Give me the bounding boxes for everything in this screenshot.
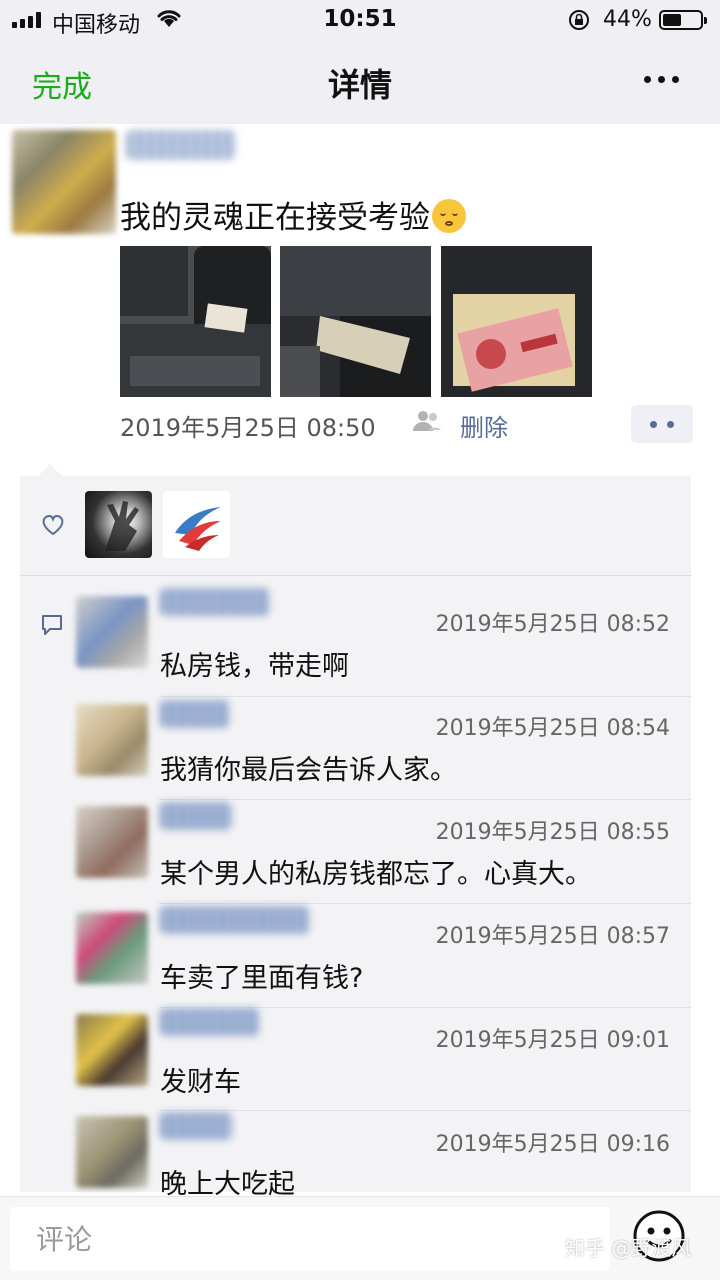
- watermark: 知乎 @野渡风: [565, 1236, 692, 1260]
- comment-icon: [42, 615, 62, 635]
- post-author-avatar[interactable]: [12, 130, 116, 234]
- commenter-name[interactable]: [160, 1008, 260, 1036]
- commenter-name[interactable]: [160, 906, 310, 934]
- envelope-under-seat-photo[interactable]: [280, 246, 431, 397]
- status-bar: 中国移动 10:51 44%: [0, 0, 720, 40]
- post-text-content: 我的灵魂正在接受考验: [120, 200, 430, 236]
- page-title: 详情: [327, 66, 392, 104]
- panel-caret: [38, 464, 62, 476]
- commenter-name[interactable]: [160, 802, 232, 830]
- comment-time: 2019年5月25日 09:16: [435, 1132, 670, 1157]
- commenter-avatar[interactable]: [76, 806, 148, 878]
- comment-text: 某个男人的私房钱都忘了。心真大。: [160, 859, 592, 890]
- face-emoji-icon: [432, 199, 466, 233]
- liker-avatar-hand[interactable]: [85, 491, 152, 558]
- commenter-avatar[interactable]: [76, 1014, 148, 1086]
- post-timestamp: 2019年5月25日 08:50: [120, 414, 376, 442]
- commenter-avatar[interactable]: [76, 704, 148, 776]
- commenter-avatar[interactable]: [76, 1116, 148, 1188]
- post-text: 我的灵魂正在接受考验: [120, 192, 466, 237]
- comment-time: 2019年5月25日 08:57: [435, 924, 670, 949]
- comment-divider: [160, 903, 691, 904]
- comment-divider: [160, 799, 691, 800]
- comment-text: 我猜你最后会告诉人家。: [160, 755, 457, 786]
- rotation-lock-icon: [569, 10, 589, 30]
- comment-text: 车卖了里面有钱?: [160, 963, 364, 994]
- comment-time: 2019年5月25日 09:01: [435, 1028, 670, 1053]
- comment-divider: [160, 696, 691, 697]
- liker-avatar-logo[interactable]: [163, 491, 230, 558]
- comment-action-icon[interactable]: [631, 405, 693, 443]
- panel-divider: [20, 575, 691, 576]
- commenter-avatar[interactable]: [76, 596, 148, 668]
- car-seat-photo[interactable]: [120, 246, 271, 397]
- comment-time: 2019年5月25日 08:52: [435, 612, 670, 637]
- comment-text: 私房钱，带走啊: [160, 651, 349, 682]
- delete-button[interactable]: 删除: [460, 408, 508, 443]
- battery-percent: 44%: [603, 7, 652, 32]
- commenter-name[interactable]: [160, 588, 270, 616]
- comment-divider: [160, 1110, 691, 1111]
- comment-time: 2019年5月25日 08:54: [435, 716, 670, 741]
- comment-input[interactable]: [10, 1207, 610, 1271]
- commenter-name[interactable]: [160, 1112, 232, 1140]
- heart-icon: [42, 514, 64, 536]
- commenter-name[interactable]: [160, 700, 230, 728]
- nav-bar: 完成 详情: [0, 40, 720, 124]
- cash-box-photo[interactable]: [441, 246, 592, 397]
- comment-text: 发财车: [160, 1067, 241, 1098]
- people-icon: [413, 411, 441, 431]
- post-author-name[interactable]: [126, 130, 236, 160]
- commenter-avatar[interactable]: [76, 912, 148, 984]
- comment-time: 2019年5月25日 08:55: [435, 820, 670, 845]
- battery-icon: [659, 10, 707, 30]
- more-icon[interactable]: [644, 76, 679, 83]
